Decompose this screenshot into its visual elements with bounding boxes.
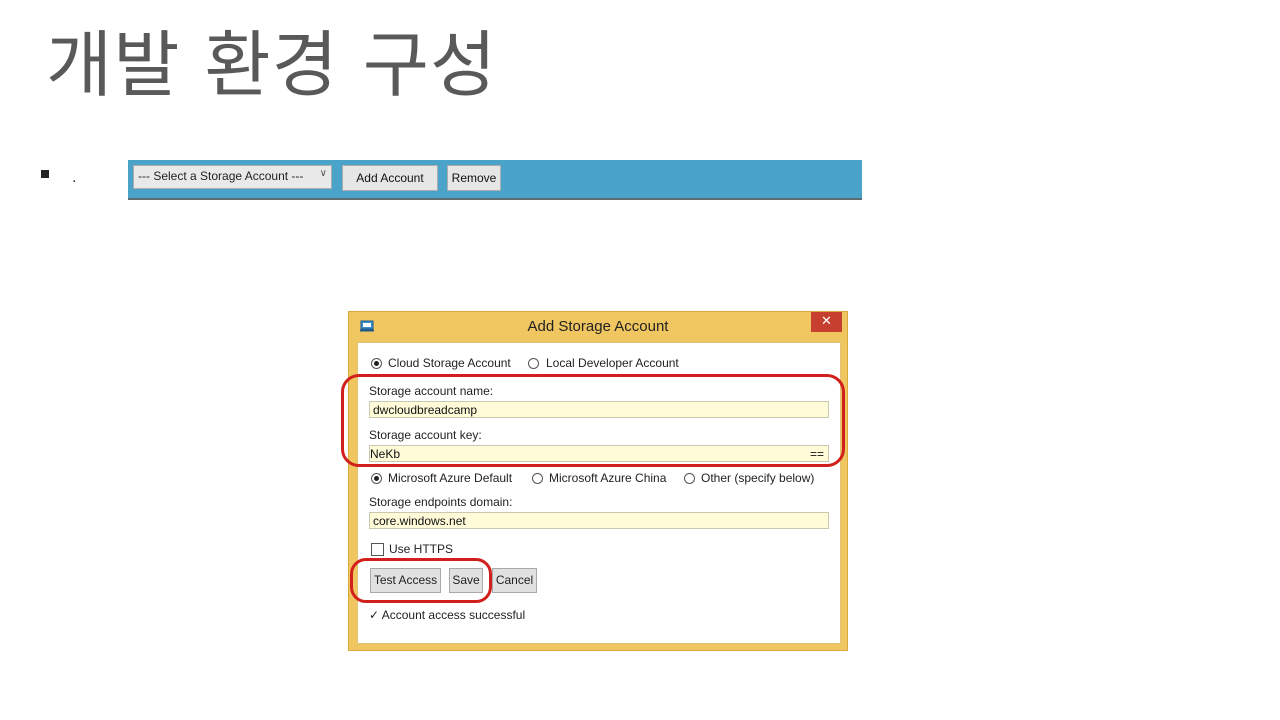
storage-toolbar: --- Select a Storage Account --- ∨ Add A…: [128, 160, 862, 200]
bullet-icon: [41, 170, 49, 178]
cancel-button[interactable]: Cancel: [492, 568, 537, 593]
cloud-storage-label[interactable]: Cloud Storage Account: [388, 356, 511, 370]
other-endpoint-radio[interactable]: [684, 473, 695, 484]
close-button[interactable]: ✕: [811, 312, 842, 332]
storage-account-select-value: --- Select a Storage Account ---: [138, 169, 304, 183]
remove-button[interactable]: Remove: [447, 165, 501, 191]
azure-china-radio[interactable]: [532, 473, 543, 484]
storage-account-select[interactable]: --- Select a Storage Account --- ∨: [133, 165, 332, 189]
use-https-checkbox[interactable]: [371, 543, 384, 556]
other-endpoint-label[interactable]: Other (specify below): [701, 471, 814, 485]
azure-default-radio[interactable]: [371, 473, 382, 484]
close-icon: ✕: [821, 314, 832, 329]
local-developer-radio[interactable]: [528, 358, 539, 369]
checkmark-icon: ✓: [369, 608, 380, 622]
access-status: ✓ Account access successful: [369, 608, 525, 622]
use-https-label[interactable]: Use HTTPS: [389, 542, 453, 556]
slide-title: 개발 환경 구성: [46, 23, 498, 107]
add-account-button[interactable]: Add Account: [342, 165, 438, 191]
buttons-highlight: [350, 558, 492, 603]
credentials-highlight: [341, 374, 845, 467]
azure-default-label[interactable]: Microsoft Azure Default: [388, 471, 512, 485]
access-status-text: Account access successful: [381, 608, 526, 622]
bullet-text: .: [72, 170, 77, 186]
endpoints-domain-value: core.windows.net: [373, 514, 466, 528]
endpoints-domain-label: Storage endpoints domain:: [369, 495, 513, 509]
endpoints-domain-input[interactable]: core.windows.net: [369, 512, 829, 529]
chevron-down-icon: ∨: [319, 168, 327, 179]
dialog-title: Add Storage Account: [527, 318, 669, 335]
local-developer-label[interactable]: Local Developer Account: [546, 356, 679, 370]
dialog-titlebar[interactable]: Add Storage Account ✕: [349, 312, 847, 342]
azure-china-label[interactable]: Microsoft Azure China: [549, 471, 666, 485]
cloud-storage-radio[interactable]: [371, 358, 382, 369]
